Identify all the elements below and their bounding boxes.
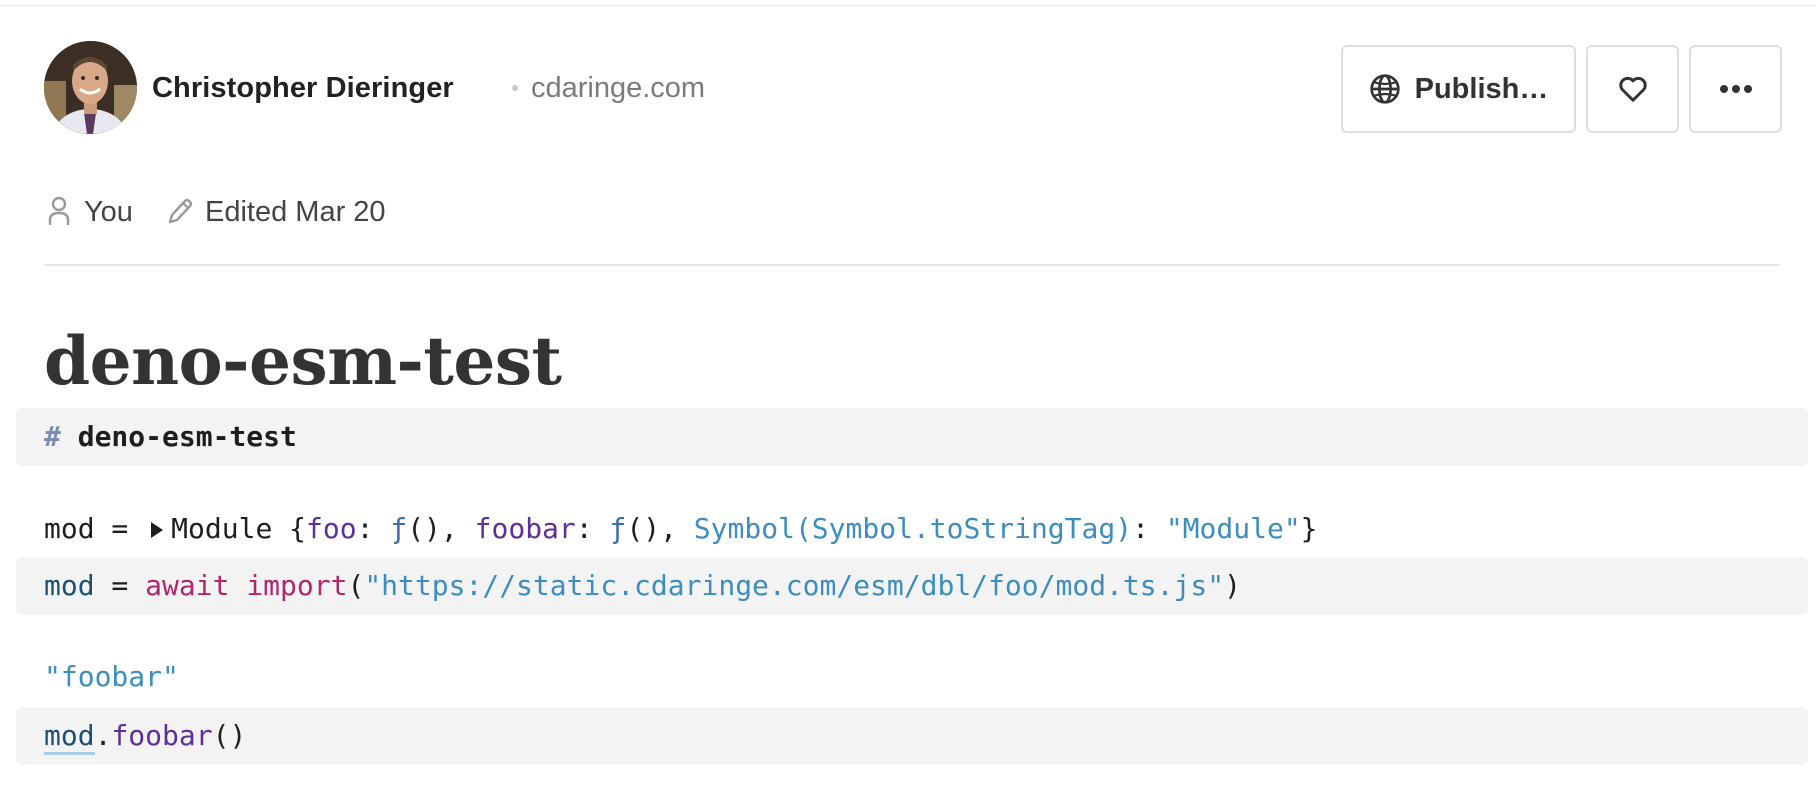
close-brace: } bbox=[1300, 512, 1318, 545]
globe-icon bbox=[1369, 74, 1400, 104]
publish-button[interactable]: Publish… bbox=[1341, 45, 1576, 133]
heading-text: deno-esm-test bbox=[77, 420, 297, 453]
like-button[interactable] bbox=[1586, 45, 1679, 133]
keyword-await: await bbox=[145, 569, 230, 602]
owner-label[interactable]: You bbox=[84, 196, 133, 229]
pencil-icon bbox=[168, 198, 193, 224]
colon: : bbox=[1132, 512, 1166, 545]
var-mod-reference: mod bbox=[44, 719, 95, 755]
parens: (), bbox=[626, 512, 694, 545]
avatar-photo bbox=[44, 41, 137, 134]
equals-sign: = bbox=[94, 569, 146, 602]
person-icon bbox=[48, 196, 70, 225]
open-brace: { bbox=[272, 512, 307, 545]
heading-hash: # bbox=[44, 420, 61, 453]
import-url-string: "https://static.cdaringe.com/esm/dbl/foo… bbox=[364, 569, 1225, 602]
key-foo: foo bbox=[306, 512, 357, 545]
edited-label[interactable]: Edited Mar 20 bbox=[205, 196, 386, 229]
key-foobar: foobar bbox=[474, 512, 576, 545]
close-paren: ) bbox=[1224, 569, 1241, 602]
publish-label: Publish… bbox=[1414, 72, 1549, 105]
call-parens: () bbox=[212, 719, 247, 752]
call-output[interactable]: "foobar" bbox=[44, 660, 179, 693]
notebook-header: Christopher Dieringer cdaringe.com Publi… bbox=[44, 40, 1782, 136]
function-symbol: ƒ bbox=[390, 512, 408, 545]
call-source-line[interactable]: mod.foobar() bbox=[44, 719, 247, 755]
expand-triangle-icon[interactable] bbox=[151, 522, 164, 538]
top-border bbox=[0, 5, 1816, 6]
more-icon bbox=[1719, 85, 1752, 93]
header-divider bbox=[44, 264, 1780, 266]
keyword-import: import bbox=[246, 569, 348, 602]
module-type: Module bbox=[171, 512, 273, 545]
equals-sign: = bbox=[94, 512, 146, 545]
colon: : bbox=[356, 512, 391, 545]
separator-dot bbox=[512, 85, 518, 91]
markdown-source-line[interactable]: # deno-esm-test bbox=[44, 420, 297, 453]
avatar[interactable] bbox=[44, 41, 137, 134]
output-var-name: mod bbox=[44, 512, 95, 545]
var-mod: mod bbox=[44, 569, 95, 602]
notebook-title: deno-esm-test bbox=[44, 322, 562, 400]
parens: (), bbox=[407, 512, 475, 545]
author-name[interactable]: Christopher Dieringer bbox=[152, 72, 454, 105]
method-foobar: foobar bbox=[111, 719, 213, 752]
code-cell-call[interactable] bbox=[16, 707, 1808, 765]
module-output[interactable]: mod = Module {foo: ƒ(), foobar: ƒ(), Sym… bbox=[44, 512, 1318, 545]
dot: . bbox=[94, 719, 112, 752]
colon: : bbox=[575, 512, 610, 545]
open-paren: ( bbox=[347, 569, 365, 602]
import-source-line[interactable]: mod = await import("https://static.cdari… bbox=[44, 569, 1241, 602]
author-domain[interactable]: cdaringe.com bbox=[531, 72, 705, 105]
function-symbol: ƒ bbox=[609, 512, 627, 545]
heart-icon bbox=[1618, 76, 1647, 102]
value-module-string: "Module" bbox=[1165, 512, 1301, 545]
key-symbol-tostringtag: Symbol(Symbol.toStringTag) bbox=[693, 512, 1133, 545]
more-options-button[interactable] bbox=[1689, 45, 1782, 133]
